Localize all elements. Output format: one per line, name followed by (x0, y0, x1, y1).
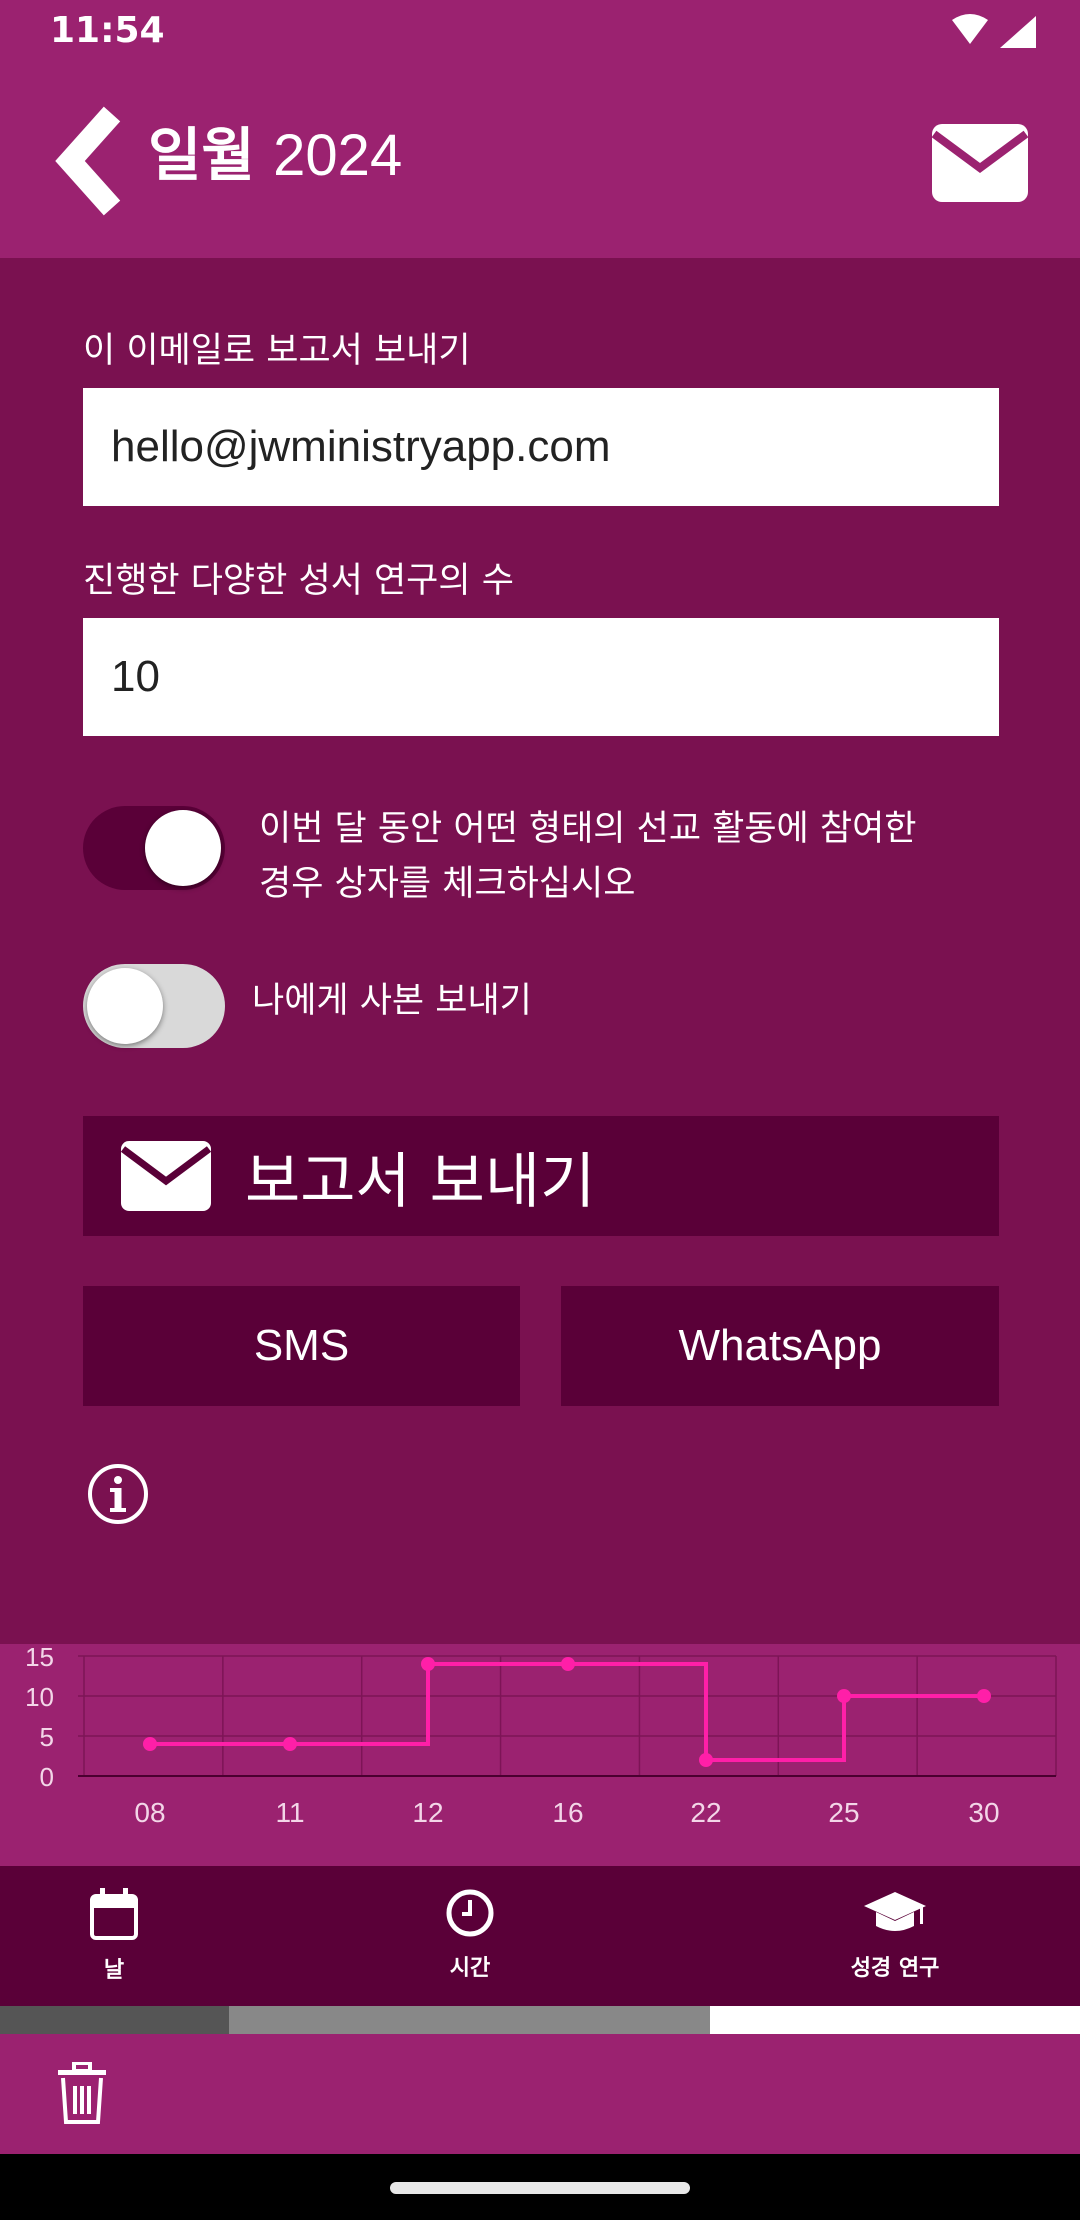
calendar-icon (90, 1888, 138, 1940)
studies-chart: 0 5 10 15 08 11 12 16 22 25 30 (0, 1642, 1080, 1866)
whatsapp-button[interactable]: WhatsApp (561, 1286, 999, 1406)
data-point (837, 1689, 851, 1703)
graduation-cap-icon (864, 1892, 926, 1931)
chart-svg: 0 5 10 15 08 11 12 16 22 25 30 (25, 1642, 1057, 1828)
bottom-action-bar (0, 2034, 1080, 2154)
nav-days-label: 날 (103, 1958, 125, 1983)
studies-count-field[interactable]: 10 (83, 618, 999, 736)
x-tick-label: 30 (968, 1797, 999, 1828)
series-line (150, 1662, 984, 1762)
send-report-button[interactable]: 보고서 보내기 (83, 1116, 999, 1236)
toggle-knob (87, 968, 163, 1044)
participation-label: 이번 달 동안 어떤 형태의 선교 활동에 참여한 경우 상자를 체크하십시오 (259, 802, 916, 912)
participation-label-line2: 경우 상자를 체크하십시오 (259, 864, 636, 904)
data-point (283, 1737, 297, 1751)
nav-hours-label: 시간 (449, 1956, 491, 1981)
sms-button[interactable]: SMS (83, 1286, 520, 1406)
x-tick-label: 11 (275, 1797, 304, 1828)
status-bar: 11:54 (0, 0, 1080, 66)
system-navigation-bar (0, 2154, 1080, 2220)
wifi-icon (952, 14, 988, 44)
x-tick-label: 22 (690, 1797, 721, 1828)
toggle-knob (145, 810, 221, 886)
envelope-icon (121, 1141, 211, 1211)
send-copy-label: 나에게 사본 보내기 (252, 981, 532, 1021)
participation-toggle[interactable] (83, 806, 225, 890)
participation-label-line1: 이번 달 동안 어떤 형태의 선교 활동에 참여한 (259, 809, 917, 849)
cell-signal-icon (1000, 16, 1036, 48)
progress-segment (0, 2006, 229, 2034)
data-point (561, 1657, 575, 1671)
y-tick-label: 15 (25, 1644, 54, 1672)
progress-segment (229, 2006, 710, 2034)
email-field[interactable]: hello@jwministryapp.com (83, 388, 999, 506)
y-tick-label: 5 (40, 1722, 54, 1752)
nav-bible-studies[interactable]: 성경 연구 (820, 1866, 970, 2006)
nav-hours[interactable]: 시간 (410, 1866, 530, 2006)
back-chevron-icon[interactable] (54, 106, 134, 216)
clock-icon (446, 1889, 494, 1937)
data-point (421, 1657, 435, 1671)
info-icon[interactable] (86, 1462, 150, 1526)
page-progress-indicator (0, 2006, 1080, 2034)
nav-bible-studies-label: 성경 연구 (850, 1956, 940, 1981)
app-header: 일월 2024 (0, 66, 1080, 258)
send-copy-toggle[interactable] (83, 964, 225, 1048)
x-tick-label: 16 (552, 1797, 583, 1828)
nav-days[interactable]: 날 (54, 1866, 174, 2006)
x-tick-label: 08 (134, 1797, 165, 1828)
bottom-navigation: 날 시간 성경 연구 (0, 1866, 1080, 2006)
email-label: 이 이메일로 보고서 보내기 (83, 331, 471, 371)
send-report-label: 보고서 보내기 (245, 1146, 596, 1217)
data-point (143, 1737, 157, 1751)
page-title: 일월 2024 (148, 126, 402, 185)
x-tick-label: 12 (412, 1797, 443, 1828)
title-year: 2024 (273, 123, 403, 188)
status-time: 11:54 (50, 10, 165, 51)
data-point (977, 1689, 991, 1703)
y-tick-label: 0 (40, 1762, 54, 1792)
signal-wifi-icons (952, 14, 1036, 48)
x-tick-label: 25 (828, 1797, 859, 1828)
y-tick-label: 10 (25, 1682, 54, 1712)
envelope-icon[interactable] (932, 124, 1028, 202)
progress-segment (710, 2006, 1080, 2034)
studies-label: 진행한 다양한 성서 연구의 수 (83, 561, 514, 601)
data-point (699, 1753, 713, 1767)
title-month: 일월 (148, 121, 255, 189)
home-gesture-pill[interactable] (390, 2182, 690, 2194)
trash-icon[interactable] (56, 2062, 108, 2124)
